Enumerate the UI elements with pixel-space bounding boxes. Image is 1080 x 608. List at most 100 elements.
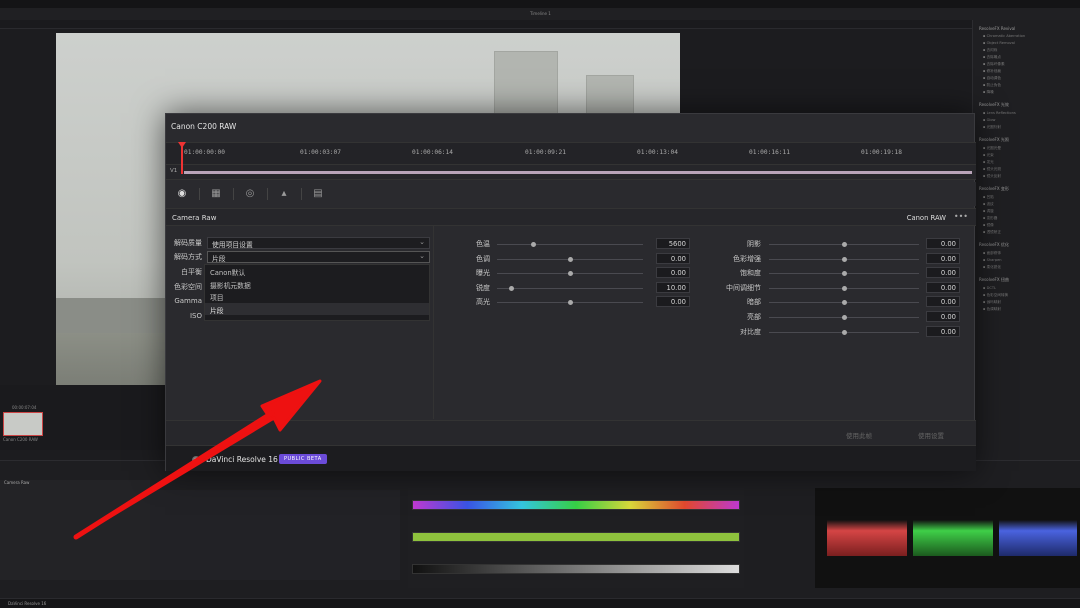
slider-row: 色彩增强 0.00 — [435, 252, 975, 265]
slider-knob[interactable] — [841, 329, 847, 335]
slider-knob[interactable] — [841, 315, 847, 320]
use-frame-button[interactable]: 使用此帧 — [846, 430, 872, 440]
effects-item[interactable]: ▪ 变形器 — [973, 215, 1080, 222]
resolve-window: Timeline 1 ResolveFX Revival ▪ Chromatic … — [0, 0, 1080, 608]
effects-item[interactable]: ▪ 透镜矫正 — [973, 229, 1080, 236]
effects-group-header[interactable]: ResolveFX 优化 — [973, 240, 1080, 250]
effects-item[interactable]: ▪ 降噪 — [973, 89, 1080, 96]
building — [586, 75, 634, 115]
decode-settings: 解码质量 使用项目设置 ⌄ 解码方式 片段 ⌄ 白平衡 色彩空间 Gamma I… — [166, 226, 434, 419]
button-row: 使用此帧 使用设置 — [166, 420, 976, 446]
use-settings-button[interactable]: 使用设置 — [918, 430, 944, 440]
effects-item[interactable]: ▪ 色调映射 — [973, 306, 1080, 313]
effects-group-header[interactable]: ResolveFX 光照 — [973, 135, 1080, 145]
divider — [233, 188, 234, 200]
effects-item[interactable]: ▪ 凹陷 — [973, 194, 1080, 201]
color-space-label: 色彩空间 — [174, 283, 202, 291]
timeline-ruler[interactable]: 01:00:00:00 01:00:03:07 01:00:06:14 01:0… — [166, 142, 976, 164]
viewer-header — [0, 20, 1080, 29]
slider-knob[interactable] — [841, 271, 847, 277]
effects-item[interactable]: ▪ 镜头光斑 — [973, 166, 1080, 173]
app-name: DaVinci Resolve 16 — [206, 455, 278, 464]
clip-bar[interactable] — [184, 171, 972, 174]
slider-knob[interactable] — [841, 256, 847, 262]
clip-name: Canon C200 RAW — [3, 437, 38, 442]
menu-item[interactable]: 摄影机元数据 — [205, 278, 429, 291]
tool-tabs: ◉ ▦ ◎ ▴ ▤ — [166, 182, 976, 206]
effects-item[interactable]: ▪ Chromatic Aberration — [973, 33, 1080, 40]
slider-value-field[interactable]: 0.00 — [926, 325, 960, 337]
slider-label: 饱和度 — [740, 269, 761, 278]
slider-knob[interactable] — [841, 300, 847, 306]
effects-item[interactable]: ▪ 伽玛映射 — [973, 299, 1080, 306]
timeline-name[interactable]: Timeline 1 — [530, 11, 551, 16]
effects-item[interactable]: ▪ 镜头反射 — [973, 173, 1080, 180]
camera-raw-dialog: Canon C200 RAW 01:00:00:00 01:00:03:07 0… — [165, 113, 976, 471]
color-match-icon[interactable]: ▦ — [208, 186, 224, 202]
effects-item[interactable]: ▪ 修补划痕 — [973, 68, 1080, 75]
effects-item[interactable]: ▪ 光圈衍射 — [973, 124, 1080, 131]
effects-group-header[interactable]: ResolveFX 扭曲 — [973, 275, 1080, 285]
effects-item[interactable]: ▪ 涡旋 — [973, 208, 1080, 215]
effects-item[interactable]: ▪ Object Removal — [973, 40, 1080, 47]
effects-item[interactable]: ▪ 防止伪色 — [973, 82, 1080, 89]
section-title-right: Canon RAW — [906, 214, 946, 222]
menu-item[interactable]: Canon默认 — [205, 265, 429, 278]
slider-row: 对比度 0.00 — [435, 325, 975, 338]
slider-row: 暗部 0.00 — [435, 296, 975, 308]
more-options-icon[interactable]: ••• — [954, 212, 968, 221]
sat-bar[interactable] — [412, 532, 740, 542]
effects-item[interactable]: ▪ Lens Reflections — [973, 110, 1080, 117]
camera-raw-tab-icon[interactable]: ◉ — [174, 186, 190, 202]
effects-item[interactable]: ▪ 自动调色 — [973, 75, 1080, 82]
color-wheels-icon[interactable]: ◎ — [242, 186, 258, 202]
effects-item[interactable]: ▪ 镜像 — [973, 222, 1080, 229]
decode-method-dropdown[interactable]: 片段 ⌄ — [207, 251, 430, 263]
motion-effects-icon[interactable]: ▤ — [310, 186, 326, 202]
slider-value-field[interactable]: 0.00 — [926, 281, 960, 293]
effects-group-header[interactable]: ResolveFX 光效 — [973, 100, 1080, 110]
mini-camera-raw: Camera Raw — [0, 480, 150, 580]
status-bar: DaVinci Resolve 16 — [0, 598, 1080, 608]
effects-item[interactable]: ▪ 波纹 — [973, 201, 1080, 208]
clip-thumbnail[interactable] — [3, 412, 43, 436]
waveform-scope — [815, 488, 1080, 588]
menu-item-selected[interactable]: 片段 — [205, 302, 429, 315]
slider-value-field[interactable]: 0.00 — [926, 311, 960, 322]
effects-item[interactable]: ▪ 光束 — [973, 152, 1080, 159]
slider-value-field[interactable]: 0.00 — [926, 296, 960, 308]
hue-bar[interactable] — [412, 500, 740, 510]
effects-item[interactable]: ▪ 发光 — [973, 159, 1080, 166]
rgb-mixer-icon[interactable]: ▴ — [276, 186, 292, 202]
effects-item[interactable]: ▪ Sharpen — [973, 257, 1080, 264]
decode-quality-dropdown[interactable]: 使用项目设置 ⌄ — [207, 237, 430, 249]
decode-quality-value: 使用项目设置 — [212, 241, 253, 249]
video-track[interactable]: V1 — [166, 164, 976, 180]
effects-item[interactable]: ▪ 光圈光晕 — [973, 145, 1080, 152]
effects-group-header[interactable]: ResolveFX Revival — [973, 24, 1080, 33]
slider-value-field[interactable]: 0.00 — [926, 267, 960, 279]
effects-item[interactable]: ▪ DCTL — [973, 285, 1080, 292]
slider-row: 亮部 0.00 — [435, 311, 975, 323]
dialog-footer: DaVinci Resolve 16 PUBLIC BETA — [166, 445, 976, 471]
effects-item[interactable]: ▪ 色彩空间转换 — [973, 292, 1080, 299]
effects-item[interactable]: ▪ 去闪烁 — [973, 47, 1080, 54]
effects-item[interactable]: ▪ 柔化锐化 — [973, 264, 1080, 271]
slider-knob[interactable] — [841, 242, 847, 247]
scope-green — [913, 520, 993, 556]
divider — [301, 188, 302, 200]
playhead[interactable] — [181, 142, 183, 174]
effects-group-list: ResolveFX Revival ▪ Chromatic Aberration ▪… — [973, 24, 1080, 313]
slider-value-field[interactable]: 0.00 — [926, 238, 960, 249]
effects-item[interactable]: ▪ 去除噪点 — [973, 54, 1080, 61]
menu-item[interactable]: 项目 — [205, 290, 429, 303]
effects-item[interactable]: ▪ Glow — [973, 117, 1080, 124]
lum-bar[interactable] — [412, 564, 740, 574]
white-balance-label: 白平衡 — [181, 268, 202, 276]
effects-item[interactable]: ▪ 去除坏像素 — [973, 61, 1080, 68]
slider-value-field[interactable]: 0.00 — [926, 252, 960, 264]
slider-knob[interactable] — [841, 285, 847, 291]
effects-group-header[interactable]: ResolveFX 变形 — [973, 184, 1080, 194]
effects-item[interactable]: ▪ 面部修饰 — [973, 250, 1080, 257]
menu-bar — [0, 0, 1080, 8]
